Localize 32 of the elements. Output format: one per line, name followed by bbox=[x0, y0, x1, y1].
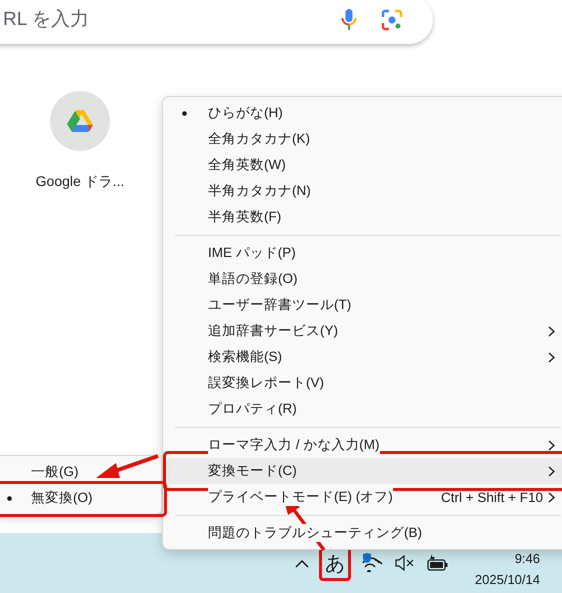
address-bar[interactable]: RL を入力 bbox=[0, 0, 433, 44]
wifi-shield-icon[interactable] bbox=[360, 553, 383, 573]
chevron-up-icon[interactable] bbox=[294, 558, 309, 568]
menu-item[interactable]: 検索機能(S) bbox=[167, 344, 562, 370]
menu-item[interactable]: プライベートモード(E) (オフ) Ctrl + Shift + F10 bbox=[167, 484, 562, 510]
menu-item[interactable]: 半角カタカナ(N) bbox=[167, 178, 562, 204]
menu-item[interactable]: 問題のトラブルシューティング(B) bbox=[167, 520, 562, 546]
time-text: 9:46 bbox=[514, 551, 540, 566]
menu-item[interactable]: 誤変換レポート(V) bbox=[167, 370, 562, 396]
menu-item[interactable]: 変換モード(C) bbox=[167, 458, 562, 484]
menu-item[interactable]: 半角英数(F) bbox=[167, 204, 562, 230]
speaker-muted-icon[interactable] bbox=[394, 555, 415, 571]
camera-lens-icon[interactable] bbox=[381, 9, 403, 31]
microphone-icon[interactable] bbox=[341, 8, 357, 32]
menu-item[interactable]: 追加辞書サービス(Y) bbox=[167, 318, 562, 344]
menu-item[interactable]: IME パッド(P) bbox=[167, 240, 562, 266]
shortcut-text: Ctrl + Shift + F10 bbox=[440, 490, 543, 504]
menu-item[interactable]: 全角英数(W) bbox=[167, 152, 562, 178]
menu-item[interactable]: 単語の登録(O) bbox=[167, 266, 562, 292]
menu-item[interactable]: プロパティ(R) bbox=[167, 396, 562, 422]
menu-item[interactable]: 全角カタカナ(K) bbox=[167, 126, 562, 152]
clock[interactable]: 9:46 2025/10/14 bbox=[474, 551, 540, 587]
menu-item[interactable]: ひらがな(H) bbox=[167, 100, 562, 126]
triangle-logo-icon bbox=[67, 110, 93, 132]
menu-item[interactable]: 一般(G) bbox=[0, 459, 157, 485]
date-text: 2025/10/14 bbox=[474, 572, 540, 587]
shortcut-label[interactable]: Google ドラ... bbox=[36, 173, 124, 191]
menu-item[interactable]: ユーザー辞書ツール(T) bbox=[167, 292, 562, 318]
battery-charging-icon[interactable] bbox=[426, 554, 449, 572]
address-input[interactable]: RL を入力 bbox=[3, 9, 341, 31]
menu-item[interactable]: ローマ字入力 / かな入力(M) bbox=[167, 432, 562, 458]
menu-item[interactable]: 無変換(O) bbox=[0, 485, 157, 511]
